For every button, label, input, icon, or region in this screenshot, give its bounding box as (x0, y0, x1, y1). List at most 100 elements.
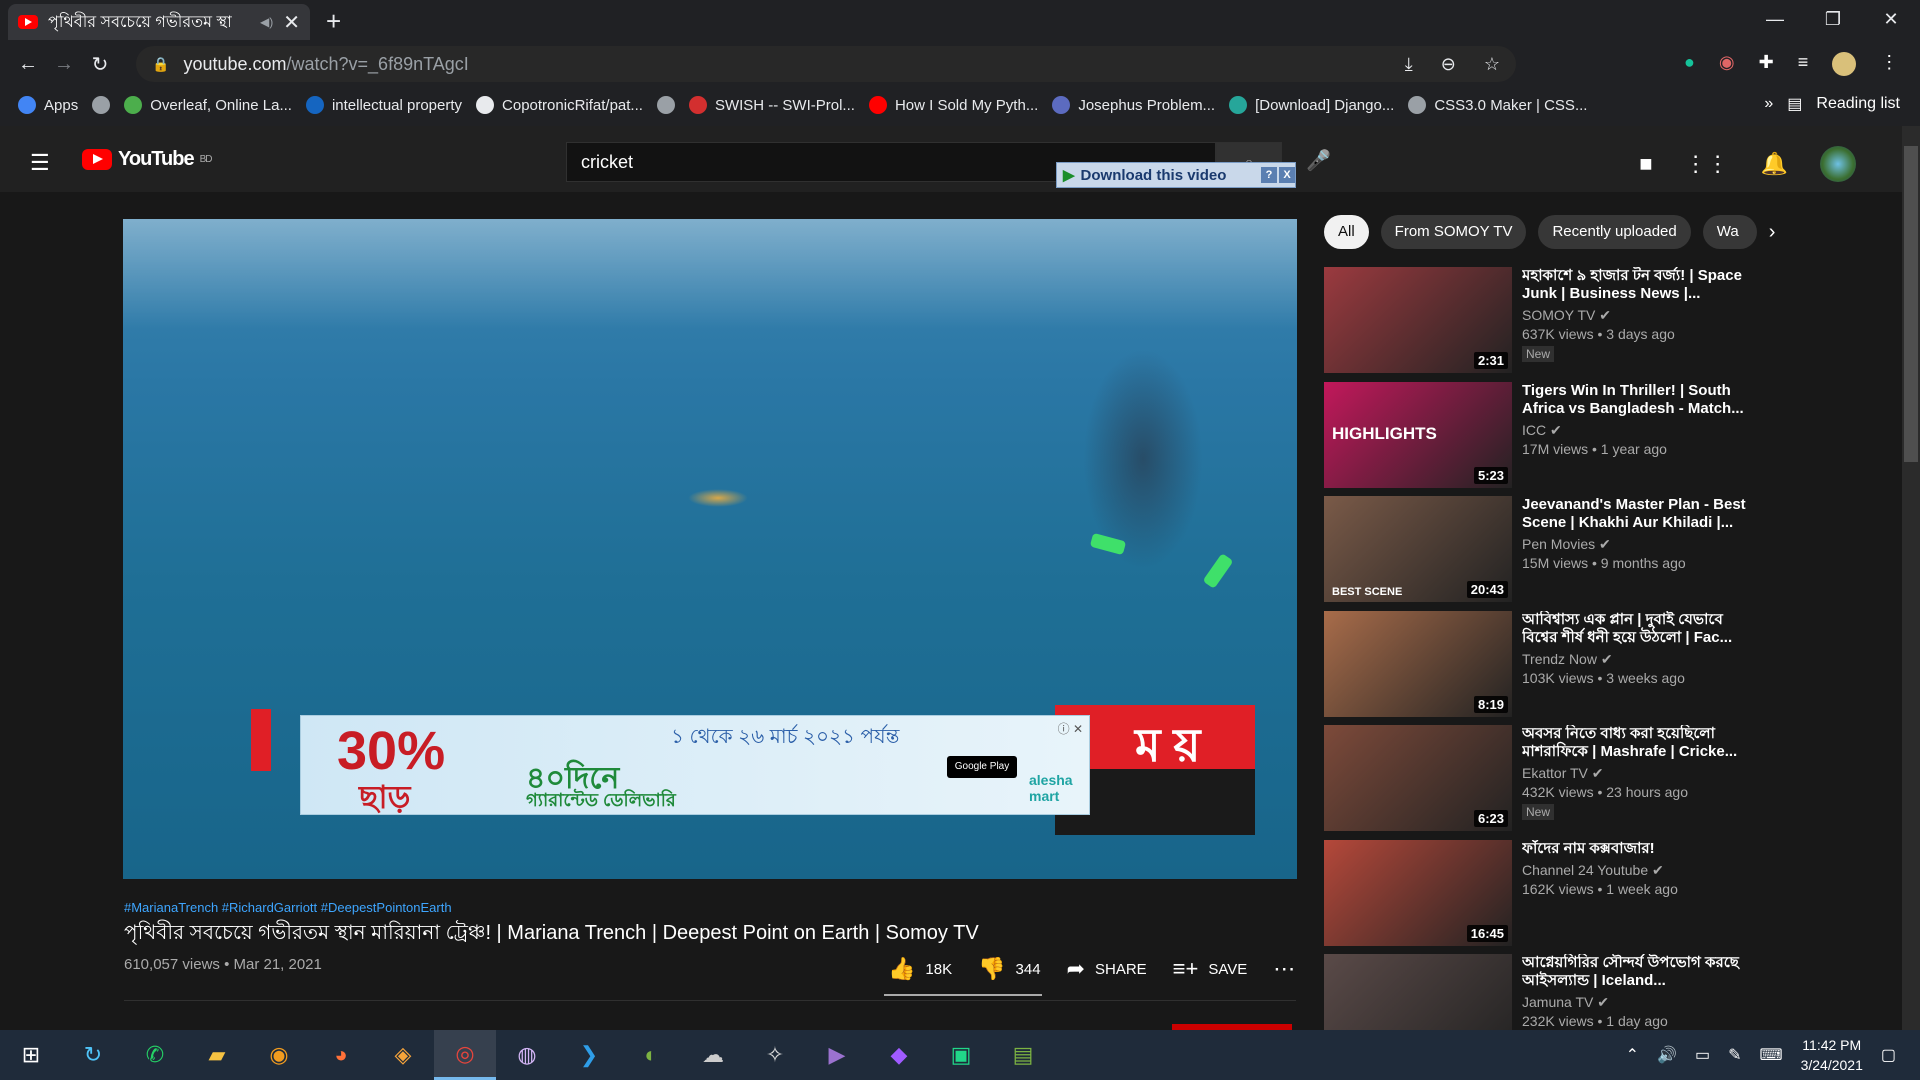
profile-avatar-icon[interactable] (1832, 52, 1857, 76)
youtube-logo[interactable]: YouTube BD (82, 148, 212, 171)
volume-icon[interactable]: 🔊 (1657, 1045, 1677, 1065)
filter-chip[interactable]: From SOMOY TV (1380, 215, 1527, 249)
pycharm-icon[interactable]: ▣ (930, 1030, 992, 1080)
reload-button[interactable]: ↻ (82, 52, 118, 77)
channel-row[interactable]: Pen Movies ✔ (1522, 536, 1752, 553)
recommendation-card[interactable]: 6:23 অবসর নিতে বাধ্য করা হয়েছিলো মাশরাফি… (1324, 725, 1764, 831)
save-button[interactable]: ≡+ SAVE (1173, 956, 1248, 982)
url-text[interactable]: youtube.com/watch?v=_6f89nTAgcI (183, 54, 468, 75)
recommendation-card[interactable]: 8:19 আবিশ্বাস্য এক প্লান | দুবাই যেভাবে ব… (1324, 610, 1764, 717)
bookmark-item[interactable]: Josephus Problem... (1052, 96, 1215, 114)
more-actions-button[interactable]: ⋯ (1273, 956, 1295, 982)
close-window-button[interactable]: ✕ (1862, 4, 1920, 34)
video-hashtags[interactable]: #MarianaTrench #RichardGarriott #Deepest… (124, 900, 452, 915)
chrome-icon[interactable]: ◎ (434, 1030, 496, 1080)
dislike-button[interactable]: 👎 344 (978, 956, 1040, 982)
recommendation-card[interactable]: HIGHLIGHTS 5:23 Tigers Win In Thriller! | … (1324, 381, 1764, 488)
github-icon[interactable]: ◍ (496, 1030, 558, 1080)
recommendation-card[interactable]: 2:31 মহাকাশে ৯ হাজার টন বর্জ্য! | Space J… (1324, 267, 1764, 373)
forward-button[interactable]: → (46, 53, 82, 76)
app-icon-orange[interactable]: ◈ (372, 1030, 434, 1080)
channel-row[interactable]: Channel 24 Youtube ✔ (1522, 862, 1752, 879)
apps-grid-icon[interactable]: ⋮⋮ (1685, 151, 1729, 177)
bookmark-star-icon[interactable]: ☆ (1484, 54, 1500, 75)
ad-close-icon[interactable]: ⓘ ✕ (1058, 720, 1083, 737)
restore-button[interactable]: ❐ (1804, 4, 1862, 34)
tor-icon[interactable]: ◉ (248, 1030, 310, 1080)
file-explorer-icon[interactable]: ▰ (186, 1030, 248, 1080)
recommendation-title[interactable]: মহাকাশে ৯ হাজার টন বর্জ্য! | Space Junk … (1522, 267, 1752, 303)
scrollbar-thumb[interactable] (1904, 146, 1918, 462)
visual-studio-icon[interactable]: ▶ (806, 1030, 868, 1080)
tab-audio-icon[interactable]: ◀) (260, 15, 273, 29)
bookmark-item[interactable] (92, 96, 111, 114)
video-thumbnail[interactable]: 2:31 (1324, 267, 1512, 373)
extension-icon[interactable]: ◉ (1719, 52, 1735, 76)
video-thumbnail[interactable]: 6:23 (1324, 725, 1512, 831)
app-icon-cloud[interactable]: ☁ (682, 1030, 744, 1080)
chips-next-icon[interactable]: › (1769, 215, 1776, 249)
recommendation-title[interactable]: ফাঁদের নাম কক্সবাজার! (1522, 840, 1752, 858)
channel-row[interactable]: Ekattor TV ✔ (1522, 765, 1752, 782)
puzzle-icon[interactable]: ✚ (1759, 52, 1774, 76)
like-button[interactable]: 👍 18K (888, 956, 952, 982)
whatsapp-icon[interactable]: ✆ (124, 1030, 186, 1080)
install-icon[interactable]: ⤓ (1405, 54, 1413, 75)
notifications-bell-icon[interactable]: 🔔 (1761, 151, 1788, 177)
recommendation-card[interactable]: BEST SCENE 20:43 Jeevanand's Master Plan -… (1324, 496, 1764, 602)
channel-row[interactable]: Jamuna TV ✔ (1522, 994, 1752, 1011)
bookmark-item[interactable]: CSS3.0 Maker | CSS... (1408, 96, 1587, 114)
filter-chip[interactable]: Recently uploaded (1538, 215, 1691, 249)
google-play-badge[interactable]: Google Play (947, 756, 1017, 778)
user-avatar[interactable] (1820, 146, 1856, 182)
microphone-icon[interactable]: 🎤 (1306, 148, 1331, 173)
recommendation-title[interactable]: Tigers Win In Thriller! | South Africa v… (1522, 382, 1752, 418)
start-icon[interactable]: ⊞ (0, 1030, 62, 1080)
lock-icon[interactable]: 🔒 (152, 56, 169, 73)
zoom-icon[interactable]: ⊖ (1441, 54, 1456, 75)
network-icon[interactable]: ▭ (1695, 1045, 1710, 1065)
tab-youtube[interactable]: পৃথিবীর সবচেয়ে গভীরতম স্থা ◀) ✕ (8, 4, 310, 40)
bookmark-item[interactable]: Apps (18, 96, 78, 114)
grammarly-icon[interactable]: ● (1684, 52, 1695, 76)
keyboard-icon[interactable]: ⌨ (1759, 1045, 1782, 1065)
refresh-app-icon[interactable]: ↻ (62, 1030, 124, 1080)
menu-icon[interactable]: ⋮ (1880, 52, 1898, 76)
clock[interactable]: 11:42 PM 3/24/2021 (1801, 1035, 1863, 1075)
video-overlay-ad[interactable]: 30% ছাড় ১ থেকে ২৬ মার্চ ২০২১ পর্যন্ত ৪০… (300, 715, 1090, 815)
bookmark-item[interactable]: intellectual property (305, 96, 462, 114)
bookmark-item[interactable] (656, 96, 675, 114)
minimize-button[interactable]: — (1746, 4, 1804, 34)
reading-list-icon[interactable]: ▤ (1787, 94, 1802, 114)
recommendation-title[interactable]: Jeevanand's Master Plan - Best Scene | K… (1522, 496, 1752, 532)
channel-row[interactable]: SOMOY TV ✔ (1522, 307, 1752, 324)
bookmark-item[interactable]: CopotronicRifat/pat... (476, 96, 643, 114)
messenger-icon[interactable]: ◆ (868, 1030, 930, 1080)
pen-icon[interactable]: ✎ (1728, 1045, 1741, 1065)
bookmark-item[interactable]: Overleaf, Online La... (124, 96, 292, 114)
bookmark-item[interactable]: SWISH -- SWI-Prol... (688, 96, 855, 114)
channel-row[interactable]: ICC ✔ (1522, 422, 1752, 439)
video-thumbnail[interactable]: 8:19 (1324, 610, 1512, 717)
video-thumbnail[interactable]: 16:45 (1324, 839, 1512, 946)
app-icon-satellite[interactable]: ✧ (744, 1030, 806, 1080)
app-icon-globe[interactable]: ◐ (620, 1030, 682, 1080)
bookmarks-overflow-icon[interactable]: » (1764, 95, 1773, 113)
bookmark-item[interactable]: [Download] Django... (1229, 96, 1394, 114)
filter-chip[interactable]: Wa (1702, 215, 1757, 249)
download-close-button[interactable]: X (1279, 167, 1295, 183)
hamburger-menu-icon[interactable]: ☰ (30, 150, 50, 176)
address-bar[interactable]: 🔒 youtube.com/watch?v=_6f89nTAgcI ⤓ ⊖ ☆ (136, 46, 1516, 82)
recommendation-card[interactable]: 16:45 ফাঁদের নাম কক্সবাজার! Channel 24 You… (1324, 839, 1764, 946)
app-icon-sheet[interactable]: ▤ (992, 1030, 1054, 1080)
download-video-button[interactable]: ▶ Download this video ? X (1056, 162, 1296, 188)
recommendation-title[interactable]: অবসর নিতে বাধ্য করা হয়েছিলো মাশরাফিকে |… (1522, 725, 1752, 761)
filter-chip[interactable]: All (1324, 215, 1369, 249)
video-thumbnail[interactable]: BEST SCENE 20:43 (1324, 496, 1512, 602)
recommendation-title[interactable]: আবিশ্বাস্য এক প্লান | দুবাই যেভাবে বিশ্ব… (1522, 611, 1752, 647)
media-icon[interactable]: ≡ (1798, 52, 1809, 76)
recommendation-title[interactable]: আগ্নেয়গিরির সৌন্দর্য উপভোগ করছে আইসল্যা… (1522, 954, 1752, 990)
reading-list-label[interactable]: Reading list (1816, 95, 1900, 113)
new-tab-button[interactable]: + (326, 6, 341, 37)
video-thumbnail[interactable]: HIGHLIGHTS 5:23 (1324, 381, 1512, 488)
